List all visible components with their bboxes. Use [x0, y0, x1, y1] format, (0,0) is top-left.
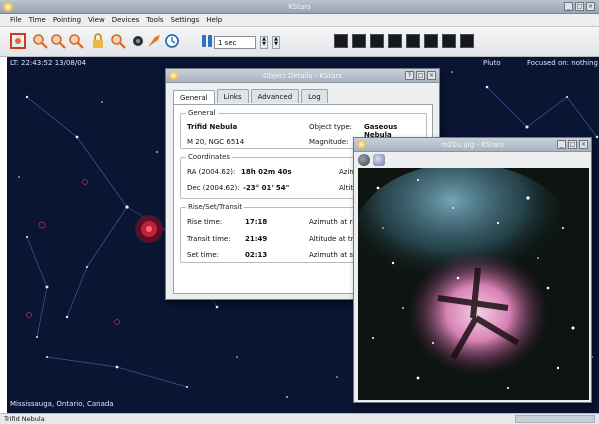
telescope-icon[interactable]: [130, 33, 146, 49]
menu-time[interactable]: Time: [29, 16, 46, 26]
zoom-out-icon[interactable]: [50, 33, 66, 49]
ra-label: RA (2004.62):: [187, 168, 236, 176]
image-viewer-title: m20u.jpg - KStars: [441, 141, 504, 149]
transit-time-label: Transit time:: [187, 235, 231, 243]
lock-icon[interactable]: [90, 33, 106, 49]
time-step-field[interactable]: 1 sec: [214, 36, 256, 49]
toggle-planets-icon[interactable]: [370, 34, 384, 48]
maximize-button[interactable]: □: [416, 71, 425, 80]
status-text: Trifid Nebula: [4, 415, 45, 423]
close-button[interactable]: ×: [586, 2, 595, 11]
rise-time-value: 17:18: [245, 218, 268, 226]
menu-pointing[interactable]: Pointing: [53, 16, 81, 26]
menu-settings[interactable]: Settings: [171, 16, 200, 26]
nebula-image: [358, 168, 589, 400]
tab-general[interactable]: General: [173, 90, 215, 104]
status-bar: Trifid Nebula: [0, 413, 599, 424]
status-coordinates-field: [515, 415, 595, 423]
general-group-label: General: [186, 109, 218, 117]
help-button[interactable]: ?: [405, 71, 414, 80]
toggle-grid-icon[interactable]: [442, 34, 456, 48]
minimize-button[interactable]: _: [564, 2, 573, 11]
zoom-in-icon[interactable]: [32, 33, 48, 49]
close-image-icon[interactable]: [358, 154, 370, 166]
transit-time-value: 21:49: [245, 235, 268, 243]
clock-icon[interactable]: [164, 33, 180, 49]
location-label: Mississauga, Ontario, Canada: [10, 400, 114, 408]
tab-advanced[interactable]: Advanced: [250, 89, 300, 103]
moon-icon[interactable]: [183, 33, 199, 49]
set-time-label: Set time:: [187, 251, 219, 259]
magnitude-label: Magnitude:: [309, 138, 349, 146]
pointer-icon[interactable]: [146, 33, 162, 49]
rise-set-transit-group-label: Rise/Set/Transit: [186, 203, 245, 211]
toggle-constellation-lines-icon[interactable]: [388, 34, 402, 48]
rise-time-label: Rise time:: [187, 218, 223, 226]
menu-devices[interactable]: Devices: [112, 16, 140, 26]
azimuth-at-set-label: Azimuth at s: [309, 251, 353, 259]
object-alt-names: M 20, NGC 6514: [187, 138, 245, 146]
menu-file[interactable]: File: [10, 16, 22, 26]
maximize-button[interactable]: □: [568, 140, 577, 149]
details-title-bar[interactable]: Object Details - KStars ? □ ×: [166, 69, 439, 83]
time-step-spinner[interactable]: ▲ ▼: [260, 36, 268, 49]
tab-log[interactable]: Log: [301, 89, 328, 103]
dec-value: -23° 01' 54": [243, 184, 290, 192]
pause-icon[interactable]: [199, 33, 215, 49]
menu-bar: File Time Pointing View Devices Tools Se…: [0, 14, 599, 27]
focus-status: Focused on: nothing: [527, 59, 598, 67]
app-title-bar: KStars _ □ ×: [0, 0, 599, 14]
object-name: Trifid Nebula: [187, 123, 238, 131]
toggle-stars-icon[interactable]: [334, 34, 348, 48]
toggle-ground-icon[interactable]: [460, 34, 474, 48]
coordinates-group-label: Coordinates: [186, 153, 233, 161]
trifid-nebula-marker[interactable]: [135, 215, 163, 243]
toolbar: 1 sec ▲ ▼ ▲ ▼: [0, 27, 599, 57]
zoom-default-icon[interactable]: [68, 33, 84, 49]
save-image-icon[interactable]: [373, 154, 385, 166]
image-viewer-title-bar[interactable]: m20u.jpg - KStars _ □ ×: [354, 138, 591, 152]
maximize-button[interactable]: □: [575, 2, 584, 11]
object-type-label: Object type:: [309, 123, 353, 131]
altitude-at-transit-label: Altitude at tr: [309, 235, 354, 243]
time-unit-spinner[interactable]: ▲ ▼: [272, 36, 280, 49]
toggle-milky-way-icon[interactable]: [424, 34, 438, 48]
ra-value: 18h 02m 40s: [241, 168, 292, 176]
find-object-icon[interactable]: [110, 33, 126, 49]
close-button[interactable]: ×: [579, 140, 588, 149]
dec-label: Dec (2004.62):: [187, 184, 240, 192]
planet-label-pluto: Pluto: [483, 59, 501, 67]
sky-clock: LT: 22:43:52 13/08/04: [10, 59, 87, 67]
toggle-constellation-names-icon[interactable]: [406, 34, 420, 48]
toggle-deep-sky-icon[interactable]: [352, 34, 366, 48]
details-title: Object Details - KStars: [263, 72, 342, 80]
app-title: KStars: [288, 3, 311, 11]
minimize-button[interactable]: _: [557, 140, 566, 149]
tab-links[interactable]: Links: [216, 89, 249, 103]
home-zoom-icon[interactable]: [10, 33, 26, 49]
close-button[interactable]: ×: [427, 71, 436, 80]
set-time-value: 02:13: [245, 251, 268, 259]
azimuth-at-rise-label: Azimuth at ri: [309, 218, 355, 226]
image-viewer-window: m20u.jpg - KStars _ □ ×: [353, 137, 592, 403]
menu-help[interactable]: Help: [206, 16, 222, 26]
menu-tools[interactable]: Tools: [146, 16, 163, 26]
menu-view[interactable]: View: [88, 16, 105, 26]
